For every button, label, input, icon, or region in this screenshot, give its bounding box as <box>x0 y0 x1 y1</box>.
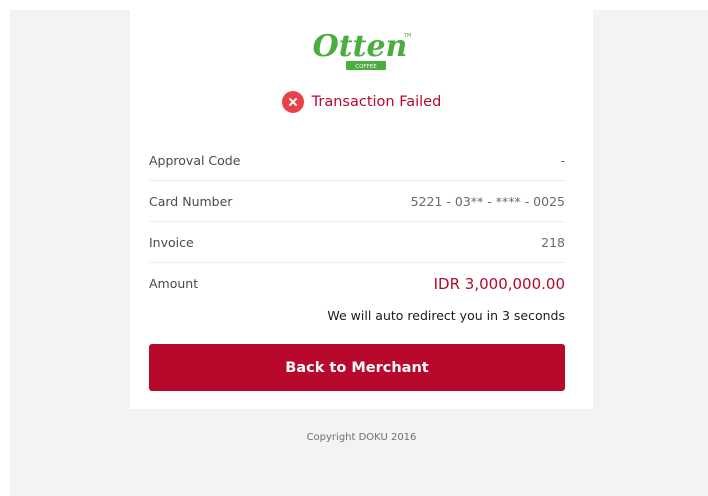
detail-value: 218 <box>541 234 565 250</box>
back-to-merchant-button[interactable]: Back to Merchant <box>149 344 565 391</box>
transaction-details: Approval Code - Card Number 5221 - 03** … <box>149 140 565 304</box>
detail-label: Card Number <box>149 193 233 209</box>
otten-coffee-logo: Otten TM COFFEE <box>312 29 411 70</box>
detail-value: - <box>560 152 565 168</box>
page-background: Otten TM COFFEE Transaction Failed Appro… <box>10 10 708 496</box>
x-circle-icon <box>281 91 304 113</box>
status-text: Transaction Failed <box>311 94 442 110</box>
copyright-text: Copyright DOKU 2016 <box>306 432 417 443</box>
detail-value: 5221 - 03** - **** - 0025 <box>410 193 565 209</box>
transaction-status: Transaction Failed <box>130 90 593 114</box>
merchant-logo: Otten TM COFFEE <box>130 18 593 78</box>
transaction-result-card: Otten TM COFFEE Transaction Failed Appro… <box>130 10 593 409</box>
amount-value: IDR 3,000,000.00 <box>433 274 565 293</box>
detail-label: Invoice <box>149 234 194 250</box>
logo-subtext: COFFEE <box>355 64 377 70</box>
detail-row-amount: Amount IDR 3,000,000.00 <box>149 263 565 304</box>
detail-row-approval-code: Approval Code - <box>149 140 565 181</box>
detail-row-card-number: Card Number 5221 - 03** - **** - 0025 <box>149 181 565 222</box>
detail-label: Amount <box>149 276 199 291</box>
detail-row-invoice: Invoice 218 <box>149 222 565 263</box>
logo-wordmark: Otten <box>312 29 407 64</box>
redirect-notice: We will auto redirect you in 3 seconds <box>327 308 565 323</box>
detail-label: Approval Code <box>149 152 241 168</box>
logo-trademark: TM <box>403 33 411 39</box>
